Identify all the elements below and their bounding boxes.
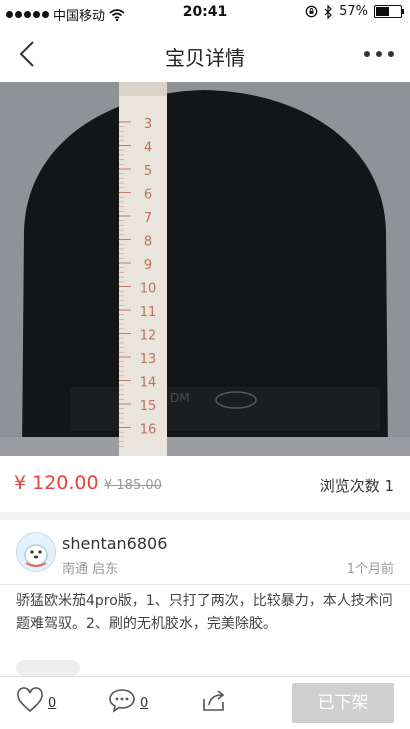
bluetooth-icon	[324, 4, 332, 19]
seller-username[interactable]: shentan6806	[62, 534, 167, 553]
like-button[interactable]: 0	[16, 687, 56, 713]
like-count: 0	[48, 696, 57, 711]
product-photo-illustration: DM 3 4 5 6 7 8 9 10 11 12 13 14 15 16	[0, 82, 410, 456]
comment-icon	[109, 689, 135, 713]
ruler-number: 11	[140, 305, 157, 320]
share-icon	[203, 690, 225, 711]
svg-text:DM: DM	[170, 391, 190, 405]
ruler-number: 12	[140, 329, 157, 344]
view-count: 浏览次数 1	[319, 477, 394, 495]
comment-button[interactable]: 0	[108, 687, 148, 713]
rotation-lock-icon	[305, 5, 318, 18]
avatar[interactable]	[16, 532, 56, 572]
seller-row[interactable]: shentan6806 南通 启东 1个月前	[0, 520, 410, 585]
ruler-number: 16	[140, 423, 157, 438]
current-price: ¥ 120.00	[14, 472, 99, 494]
ruler-number: 6	[144, 188, 152, 203]
ruler-number: 4	[144, 141, 152, 156]
nav-bar: 宝贝详情	[0, 26, 410, 82]
status-bar: 中国移动 20:41 57%	[0, 0, 410, 26]
ruler-number: 14	[140, 376, 157, 391]
battery-percent: 57%	[339, 4, 368, 19]
ruler-number: 9	[144, 258, 152, 273]
ruler-number: 10	[140, 282, 157, 297]
ruler-number: 5	[144, 164, 152, 179]
heart-icon	[17, 687, 43, 713]
ruler-number: 7	[144, 211, 152, 226]
more-options-icon[interactable]	[362, 44, 396, 64]
seller-location: 南通 启东	[62, 562, 119, 577]
seal-avatar-icon	[17, 533, 55, 571]
bottom-toolbar: 0 0 已下架	[0, 676, 410, 729]
original-price: ¥ 185.00	[104, 478, 162, 493]
ruler-number: 15	[140, 399, 157, 414]
post-time: 1个月前	[346, 562, 394, 577]
section-divider	[0, 512, 410, 520]
price-row: ¥ 120.00 ¥ 185.00 浏览次数 1	[0, 456, 410, 513]
share-button[interactable]	[200, 687, 228, 713]
status-right: 57%	[305, 4, 404, 19]
ruler-number: 8	[144, 235, 152, 250]
delisted-button[interactable]: 已下架	[292, 683, 394, 723]
product-photo[interactable]: DM 3 4 5 6 7 8 9 10 11 12 13 14 15 16	[0, 82, 410, 456]
ruler-number: 13	[140, 352, 157, 367]
ruler-number: 3	[144, 117, 152, 132]
tag-chip[interactable]	[16, 660, 80, 676]
item-description: 骄猛欧米茄4pro版，1、只打了两次，比较暴力，本人技术问题难驾驭。2、刷的无机…	[16, 593, 393, 632]
comment-count: 0	[140, 696, 149, 711]
battery-icon	[374, 5, 404, 18]
page-title: 宝贝详情	[165, 46, 245, 70]
